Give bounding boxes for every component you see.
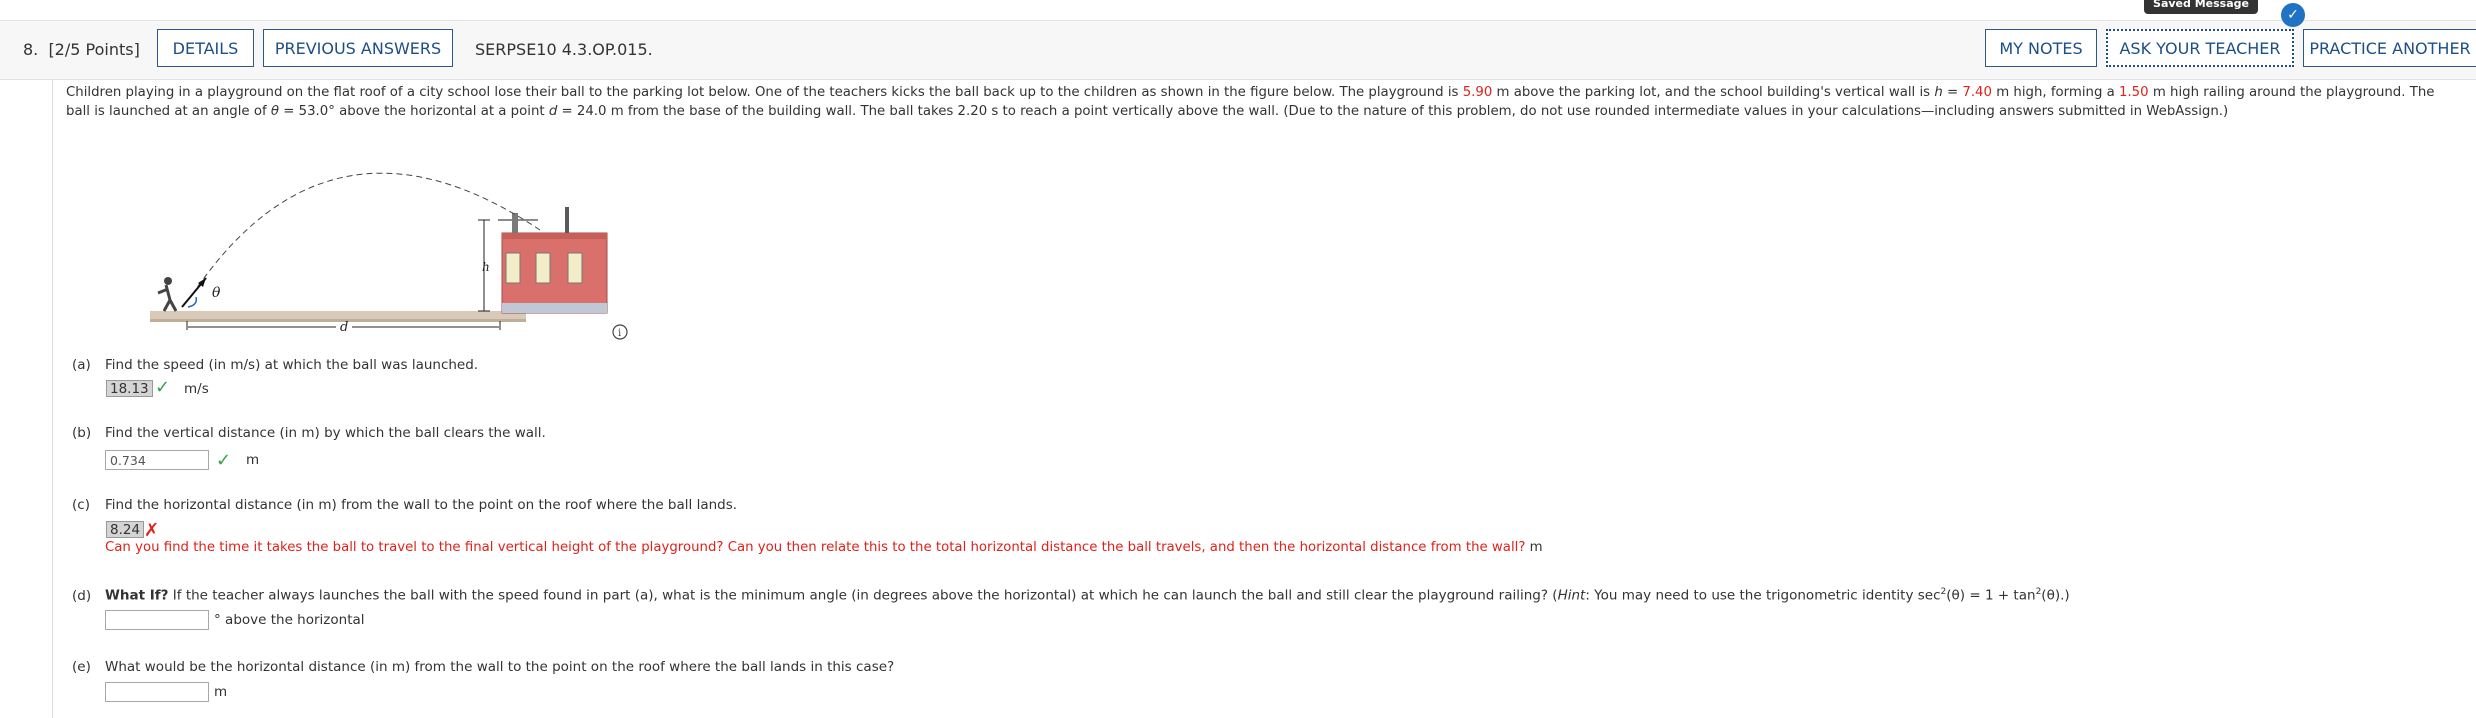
question-code: SERPSE10 4.3.OP.015.: [475, 40, 653, 59]
previous-answers-button[interactable]: PREVIOUS ANSWERS: [263, 29, 453, 67]
projectile-figure: θ d h i: [150, 172, 628, 340]
part-c-feedback: Can you find the time it takes the ball …: [105, 540, 1543, 555]
points-label: [2/5 Points]: [48, 40, 140, 59]
part-b-unit: m: [246, 452, 260, 468]
part-d-answer-input[interactable]: [105, 610, 209, 630]
question-header: 8. [2/5 Points] DETAILS PREVIOUS ANSWERS…: [0, 20, 2476, 80]
problem-statement: Children playing in a playground on the …: [66, 85, 2435, 119]
part-c-answer: 8.24: [106, 521, 145, 538]
part-d-question: (d) What If? If the teacher always launch…: [72, 587, 2070, 604]
part-e-question: (e) What would be the horizontal distance…: [72, 659, 895, 675]
part-e-answer-input[interactable]: [105, 682, 209, 702]
ground-strip: [150, 311, 526, 320]
part-b-answer-input[interactable]: [105, 450, 209, 470]
part-a-question: (a) Find the speed (in m/s) at which the …: [72, 357, 479, 373]
question-number: 8. [2/5 Points]: [23, 40, 140, 59]
correct-check-icon: ✓: [216, 450, 232, 471]
content-left-border: [52, 80, 53, 718]
part-d-unit: ° above the horizontal: [214, 612, 365, 628]
ball-trajectory: [191, 172, 541, 296]
practice-another-button[interactable]: PRACTICE ANOTHER: [2303, 29, 2476, 67]
teacher-figure: [157, 284, 178, 312]
playground-height-value: 5.90: [1462, 85, 1493, 100]
incorrect-x-icon: ✗: [144, 520, 160, 541]
theta-label: θ: [212, 285, 221, 301]
d-label: d: [340, 320, 348, 335]
my-notes-button[interactable]: MY NOTES: [1985, 29, 2097, 67]
railing-height-value: 1.50: [2119, 85, 2149, 100]
part-c-question: (c) Find the horizontal distance (in m) f…: [72, 497, 738, 513]
part-b-question: (b) Find the vertical distance (in m) by …: [72, 425, 546, 441]
ask-your-teacher-button[interactable]: ASK YOUR TEACHER: [2106, 29, 2294, 67]
saved-check-icon: ✓: [2281, 3, 2305, 27]
h-label: h: [482, 260, 490, 274]
svg-text:i: i: [618, 328, 621, 339]
saved-message-tooltip: Saved Message: [2144, 0, 2258, 14]
part-a-answer: 18.13: [106, 380, 153, 397]
roof-child: [512, 213, 518, 233]
part-e-unit: m: [214, 684, 228, 700]
correct-check-icon: ✓: [155, 377, 171, 398]
wall-height-value: 7.40: [1962, 85, 1992, 100]
details-button[interactable]: DETAILS: [157, 29, 254, 67]
part-a-unit: m/s: [184, 381, 209, 397]
